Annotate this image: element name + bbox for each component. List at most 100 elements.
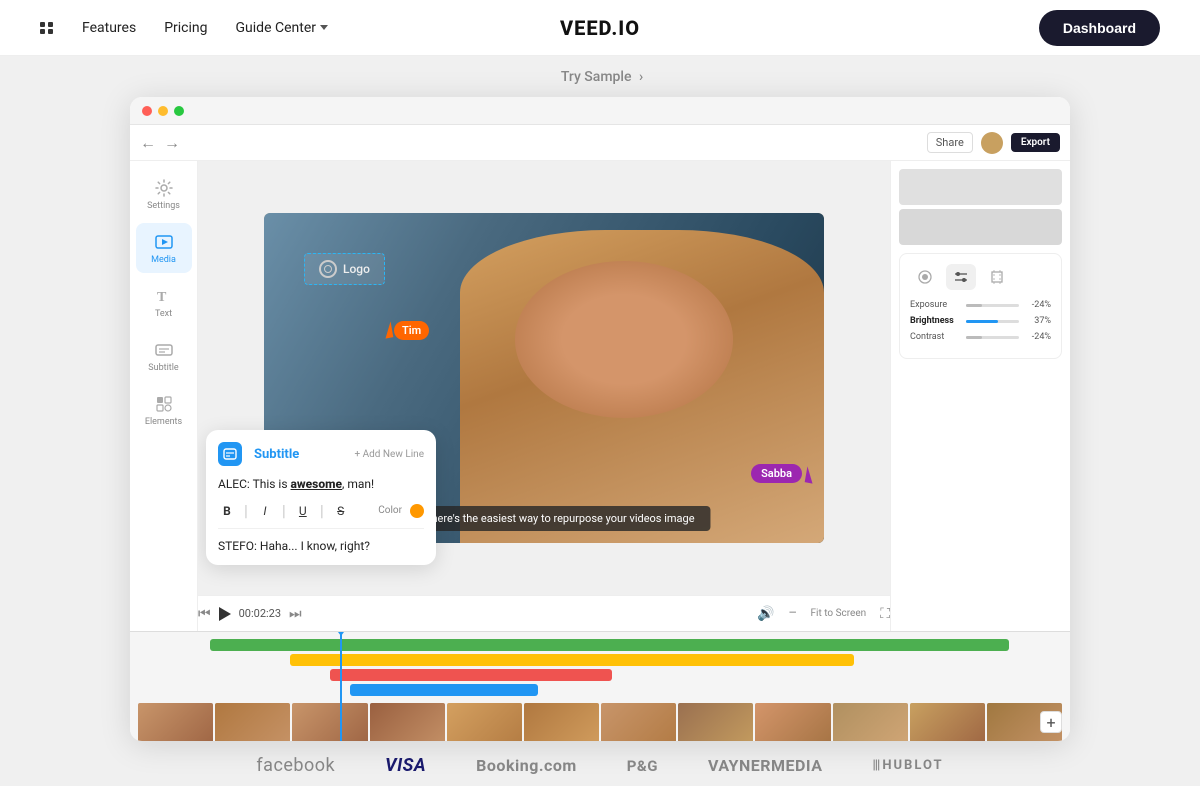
subtitle-line-2: STEFO: Haha... I know, right? [218,539,424,553]
panel-tabs [910,264,1051,290]
maximize-dot [174,106,184,116]
cursor-tim-label: Tim [394,321,429,340]
editor-sidebar: Settings Media T Text [130,161,198,631]
color-label: Color [378,505,402,516]
media-icon [153,231,175,253]
add-track-button[interactable]: + [1040,711,1062,733]
sidebar-item-elements[interactable]: Elements [136,385,192,435]
sidebar-item-text[interactable]: T Text [136,277,192,327]
cursor-arrow-tim [383,321,394,338]
user-avatar [981,132,1003,154]
video-subtitle-text: DIANA: here's the easiest way to repurpo… [393,512,694,525]
elements-label: Elements [145,417,182,427]
contrast-track[interactable] [966,336,1019,339]
try-sample-arrow: › [639,69,643,85]
underline-button[interactable]: U [294,502,312,520]
timeline-thumb-1 [138,703,213,741]
right-panel: Exposure -24% Brightness 37% Contrast [890,161,1070,631]
editor-toolbar: ← → Share Export [130,125,1070,161]
color-picker[interactable] [410,504,424,518]
contrast-value: -24% [1025,332,1051,342]
timeline-thumb-6 [524,703,599,741]
logo-overlay-text: Logo [343,262,370,276]
sidebar-item-media[interactable]: Media [136,223,192,273]
subtitle-formatting-toolbar: B | I | U | S Color [218,501,424,529]
bold-button[interactable]: B [218,502,236,520]
svg-text:T: T [157,290,167,305]
redo-icon[interactable]: → [164,133,180,153]
editor-frame: ← → Share Export Settings [130,97,1070,741]
adjustments-panel: Exposure -24% Brightness 37% Contrast [899,253,1062,359]
thumbnail-2 [899,209,1062,245]
timeline-thumb-5 [447,703,522,741]
dashboard-button[interactable]: Dashboard [1039,10,1160,46]
timeline-thumb-2 [215,703,290,741]
timeline-track-green[interactable] [210,639,1009,651]
try-sample-bar: Try Sample › [0,56,1200,93]
try-sample-label: Try Sample [561,69,632,85]
guide-center-link[interactable]: Guide Center [236,20,328,36]
italic-button[interactable]: I [256,502,274,520]
timeline-thumbnails [138,703,1062,741]
dash-separator: — [789,608,797,619]
grid-icon[interactable] [40,22,54,34]
tab-crop[interactable] [982,264,1012,290]
sidebar-item-settings[interactable]: Settings [136,169,192,219]
toolbar-right: Share Export [927,132,1060,154]
tab-filter[interactable] [910,264,940,290]
brightness-label: Brightness [910,316,960,326]
try-sample-link[interactable]: Try Sample › [557,69,643,85]
add-new-line-button[interactable]: + Add New Line [354,449,424,460]
timeline-track-red[interactable] [330,669,612,681]
volume-icon[interactable]: 🔊 [757,606,774,622]
sidebar-item-subtitle[interactable]: Subtitle [136,331,192,381]
brand-facebook: facebook [256,755,335,776]
logo-overlay[interactable]: Logo [304,253,385,285]
brand-pg: P&G [627,757,658,775]
play-button[interactable] [219,607,231,621]
contrast-label: Contrast [910,332,960,342]
text-icon: T [153,285,175,307]
exposure-value: -24% [1025,300,1051,310]
timeline-thumb-11 [910,703,985,741]
exposure-track[interactable] [966,304,1019,307]
timeline-tracks [130,632,1070,703]
timeline-playhead[interactable] [340,632,342,741]
timeline-track-blue[interactable] [350,684,538,696]
timeline-track-yellow[interactable] [290,654,854,666]
settings-label: Settings [147,201,180,211]
logo-circle-icon [319,260,337,278]
text-label: Text [155,309,172,319]
cursor-sabba: Sabba [751,464,814,483]
subtitle-panel-header: Subtitle + Add New Line [218,442,424,466]
playback-controls: ⏮ 00:02:23 ⏭ 🔊 — Fit to Screen ⛶ [198,595,890,631]
fullscreen-icon[interactable]: ⛶ [880,606,890,622]
exposure-row: Exposure -24% [910,300,1051,310]
hublot-lines-icon [872,758,882,773]
brightness-track[interactable] [966,320,1019,323]
thumbnail-1 [899,169,1062,205]
undo-icon[interactable]: ← [140,133,156,153]
video-column: Logo Tim Sabba [198,161,890,631]
strikethrough-button[interactable]: S [332,502,350,520]
timeline-thumb-7 [601,703,676,741]
export-button[interactable]: Export [1011,133,1060,152]
brightness-row: Brightness 37% [910,316,1051,326]
skip-forward-icon[interactable]: ⏭ [289,606,302,622]
features-link[interactable]: Features [82,20,136,36]
woman-silhouette [460,230,824,544]
panel-thumbnails [899,169,1062,245]
skip-back-icon[interactable]: ⏮ [198,606,211,622]
nav-left: Features Pricing Guide Center [40,20,328,36]
pricing-link[interactable]: Pricing [164,20,207,36]
cursor-sabba-label: Sabba [751,464,802,483]
navbar: Features Pricing Guide Center VEED.IO Da… [0,0,1200,56]
fit-screen-button[interactable]: Fit to Screen [811,608,867,619]
brand-booking: Booking.com [476,756,577,775]
subtitle-bold-word: awesome [291,477,342,491]
exposure-label: Exposure [910,300,960,310]
contrast-row: Contrast -24% [910,332,1051,342]
fmt-sep-2: | [282,501,286,520]
tab-adjust[interactable] [946,264,976,290]
share-button[interactable]: Share [927,132,973,153]
